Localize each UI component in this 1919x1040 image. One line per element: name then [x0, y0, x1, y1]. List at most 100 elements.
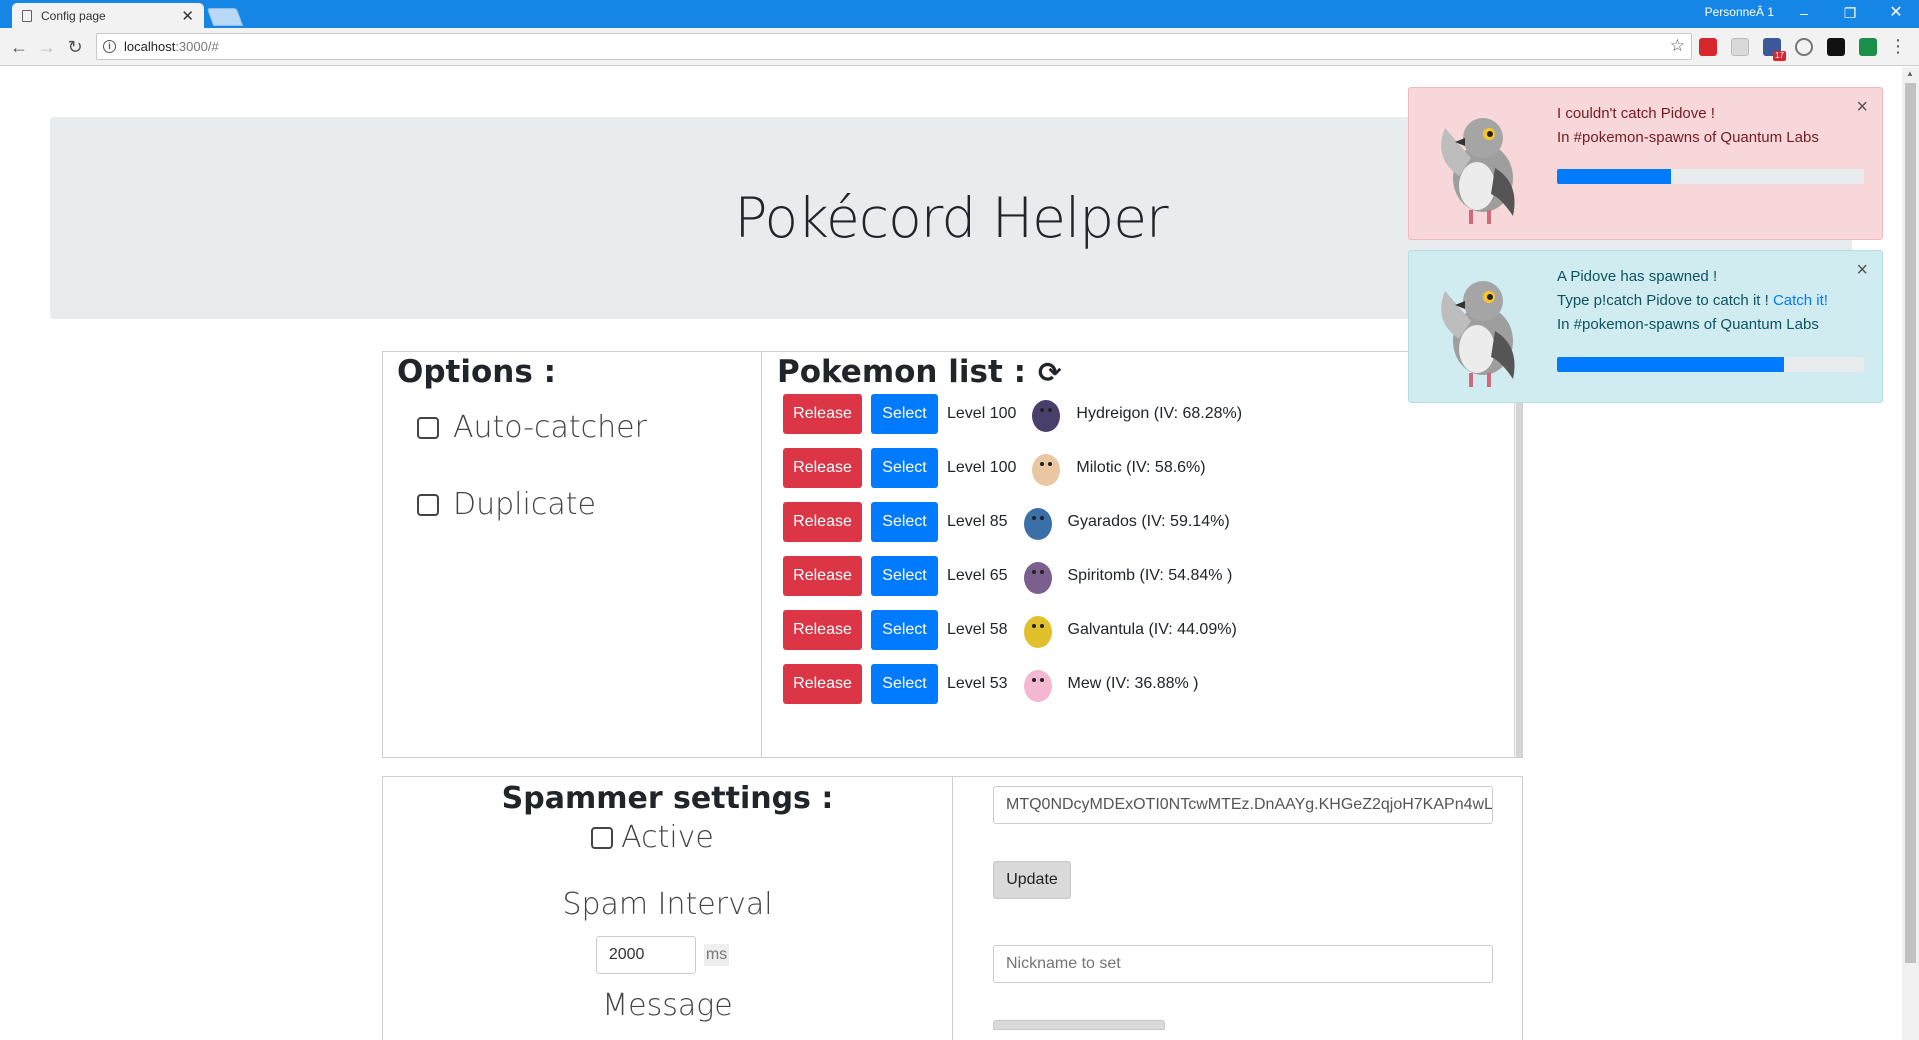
- spammer-title: Spammer settings :: [501, 781, 834, 816]
- pokemon-name: Hydreigon (IV: 68.28%): [1076, 405, 1243, 422]
- release-button[interactable]: Release: [783, 664, 862, 704]
- toast-line: Type p!catch Pidove to catch it ! Catch …: [1557, 289, 1828, 313]
- profile-name[interactable]: PersonneÂ 1: [1705, 5, 1774, 19]
- extension-icon[interactable]: [1859, 38, 1877, 56]
- auto-catcher-option[interactable]: Auto-catcher: [417, 410, 747, 445]
- pokemon-name: Galvantula (IV: 44.09%): [1067, 621, 1237, 638]
- catch-it-link[interactable]: Catch it!: [1773, 292, 1828, 309]
- forward-arrow-icon[interactable]: →: [36, 36, 58, 58]
- close-icon[interactable]: ×: [1856, 259, 1868, 282]
- spammer-active-label: Active: [621, 820, 714, 855]
- new-tab-button[interactable]: [206, 8, 244, 26]
- page-scrollbar[interactable]: ▲: [1902, 67, 1919, 1040]
- message-label: Message: [602, 988, 733, 1023]
- set-nickname-button[interactable]: [993, 1020, 1165, 1030]
- extension-icon[interactable]: [1699, 38, 1717, 56]
- pokemon-row: Release Select Level 85 Gyarados (IV: 59.14…: [783, 502, 1230, 542]
- pokemon-sprite: [1023, 562, 1052, 594]
- toast-progress-bar: [1557, 169, 1864, 184]
- back-arrow-icon[interactable]: ←: [8, 36, 30, 58]
- duplicate-option[interactable]: Duplicate: [417, 487, 747, 522]
- toast-line: I couldn't catch Pidove !: [1557, 105, 1715, 122]
- pokemon-list-panel: Pokemon list : ⟳ Release Select Level 100 H…: [763, 352, 1522, 757]
- spammer-panel: Spammer settings : Active Spam Interval …: [382, 776, 1523, 1040]
- nickname-input[interactable]: [993, 945, 1493, 983]
- toast-line-text: Type p!catch Pidove to catch it !: [1557, 292, 1773, 309]
- page-icon: [22, 9, 32, 22]
- toast-pokemon-spawned: A Pidove has spawned ! Type p!catch Pido…: [1408, 250, 1883, 403]
- spam-interval-group: ms: [373, 936, 952, 974]
- release-button[interactable]: Release: [783, 556, 862, 596]
- toast-line: In #pokemon-spawns of Quantum Labs: [1557, 316, 1819, 333]
- pokemon-name: Milotic (IV: 58.6%): [1076, 459, 1206, 476]
- pokemon-name: Gyarados (IV: 59.14%): [1067, 513, 1230, 530]
- browser-titlebar: Config page ✕ PersonneÂ 1 – ❐ ✕: [0, 0, 1919, 28]
- spammer-active-checkbox[interactable]: [591, 826, 614, 849]
- reload-icon[interactable]: ↻: [64, 36, 86, 58]
- update-button[interactable]: Update: [993, 861, 1071, 899]
- close-tab-icon[interactable]: ✕: [181, 7, 194, 25]
- pokemon-level: Level 65: [947, 567, 1008, 584]
- select-button[interactable]: Select: [871, 394, 938, 434]
- close-icon[interactable]: ×: [1856, 96, 1868, 119]
- account-settings: Update: [954, 777, 1522, 1040]
- pokemon-level: Level 53: [947, 675, 1008, 692]
- toast-message: A Pidove has spawned ! Type p!catch Pido…: [1557, 265, 1828, 337]
- extension-icon[interactable]: 17: [1763, 38, 1786, 61]
- release-button[interactable]: Release: [783, 502, 862, 542]
- browser-menu-icon[interactable]: ⋮: [1889, 36, 1907, 57]
- options-title: Options :: [397, 354, 556, 390]
- pidove-sprite: [1441, 118, 1515, 224]
- select-button[interactable]: Select: [871, 502, 938, 542]
- scrollbar-thumb[interactable]: [1905, 83, 1916, 963]
- browser-toolbar: ← → ↻ i localhost:3000/# ☆ 17 ⋮: [0, 28, 1919, 66]
- close-window-icon[interactable]: ✕: [1873, 2, 1919, 24]
- pokemon-sprite: [1032, 400, 1061, 432]
- spam-interval-input[interactable]: [595, 936, 696, 974]
- pokemon-level: Level 100: [947, 405, 1017, 422]
- info-icon[interactable]: i: [103, 40, 116, 53]
- toast-message: I couldn't catch Pidove ! In #pokemon-sp…: [1557, 102, 1819, 150]
- pokemon-row: Release Select Level 58 Galvantula (IV: 44.…: [783, 610, 1237, 650]
- pidove-sprite: [1441, 281, 1515, 387]
- auto-catcher-label: Auto-catcher: [453, 410, 647, 445]
- pokemon-name: Spiritomb (IV: 54.84% ): [1067, 567, 1233, 584]
- pokemon-list-scrollbar[interactable]: [1514, 352, 1522, 757]
- duplicate-checkbox[interactable]: [417, 493, 439, 516]
- toast-progress-bar: [1557, 357, 1864, 372]
- select-button[interactable]: Select: [871, 556, 938, 596]
- pokemon-sprite: [1023, 616, 1052, 648]
- address-bar[interactable]: i localhost:3000/# ☆: [96, 33, 1692, 60]
- select-button[interactable]: Select: [871, 448, 938, 488]
- select-button[interactable]: Select: [871, 610, 938, 650]
- refresh-icon[interactable]: ⟳: [1038, 356, 1061, 389]
- select-button[interactable]: Select: [871, 664, 938, 704]
- release-button[interactable]: Release: [783, 610, 862, 650]
- url-host: localhost: [124, 39, 176, 54]
- pokemon-row: Release Select Level 100 Milotic (IV: 58.6%…: [783, 448, 1206, 488]
- page-title: Pokécord Helper: [734, 186, 1168, 250]
- pokemon-sprite: [1023, 670, 1052, 702]
- spammer-active-option[interactable]: Active: [353, 820, 952, 855]
- toast-line: A Pidove has spawned !: [1557, 268, 1718, 285]
- minimize-icon[interactable]: –: [1781, 2, 1827, 24]
- spammer-settings: Spammer settings : Active Spam Interval …: [383, 777, 953, 1040]
- scroll-up-icon[interactable]: ▲: [1906, 69, 1914, 78]
- pokemon-row: Release Select Level 100 Hydreigon (IV: 68.…: [783, 394, 1242, 434]
- token-input[interactable]: [993, 786, 1493, 824]
- auto-catcher-checkbox[interactable]: [417, 416, 439, 439]
- extension-icon[interactable]: [1731, 38, 1749, 56]
- duplicate-label: Duplicate: [453, 487, 596, 522]
- release-button[interactable]: Release: [783, 394, 862, 434]
- browser-tab[interactable]: Config page ✕: [12, 3, 204, 28]
- bookmark-star-icon[interactable]: ☆: [1670, 36, 1685, 56]
- release-button[interactable]: Release: [783, 448, 862, 488]
- extension-icon[interactable]: [1795, 38, 1813, 56]
- pokemon-level: Level 100: [947, 459, 1017, 476]
- spam-interval-label: Spam Interval: [562, 887, 773, 922]
- extension-icon[interactable]: [1827, 38, 1845, 56]
- pokemon-row: Release Select Level 65 Spiritomb (IV: 54.8…: [783, 556, 1232, 596]
- pokemon-level: Level 58: [947, 621, 1008, 638]
- restore-icon[interactable]: ❐: [1827, 2, 1873, 24]
- pokemon-level: Level 85: [947, 513, 1008, 530]
